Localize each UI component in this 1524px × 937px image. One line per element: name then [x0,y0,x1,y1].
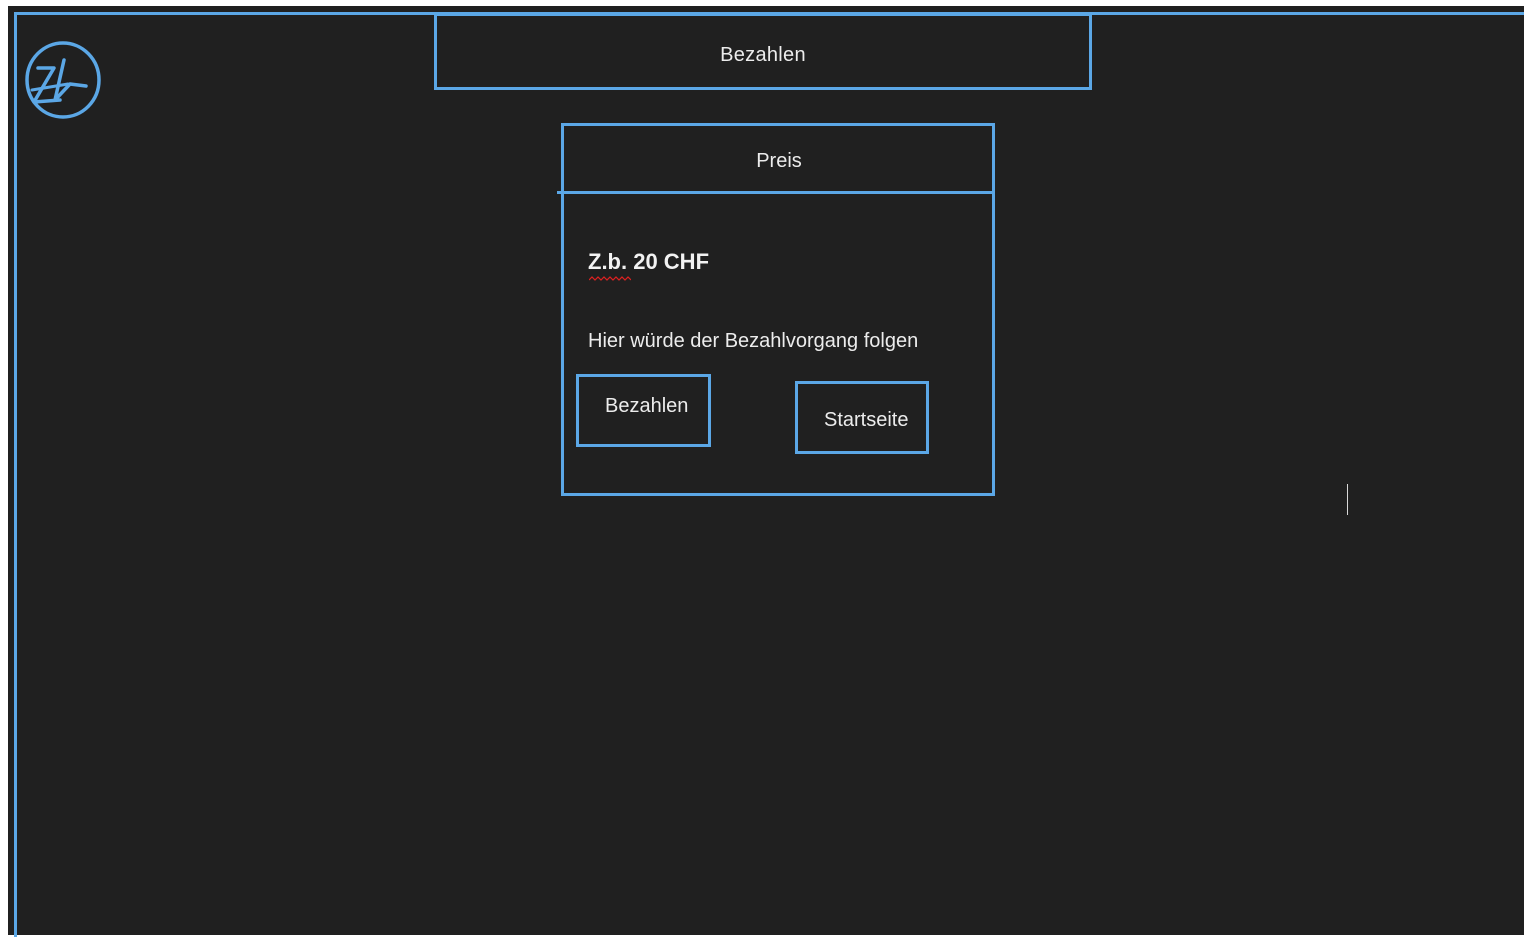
payment-hint-text: Hier würde der Bezahlvorgang folgen [588,330,919,352]
home-button[interactable]: Startseite [795,381,929,454]
panel-divider [557,191,995,194]
pay-button[interactable]: Bezahlen [576,374,711,447]
page-title: Bezahlen [720,44,806,66]
panel-title: Preis [756,150,802,172]
home-button-label: Startseite [824,409,909,431]
price-label: Z.b. 20 CHF [588,249,710,274]
spellcheck-underline [589,276,631,281]
pay-button-label: Bezahlen [605,395,689,417]
app-canvas: Bezahlen Preis Z.b. 20 CHF Hier würde de… [0,0,1524,937]
left-border-line [14,12,17,937]
logo-icon[interactable] [24,38,104,122]
header-bar: Bezahlen [434,13,1092,90]
text-cursor [1347,484,1348,515]
